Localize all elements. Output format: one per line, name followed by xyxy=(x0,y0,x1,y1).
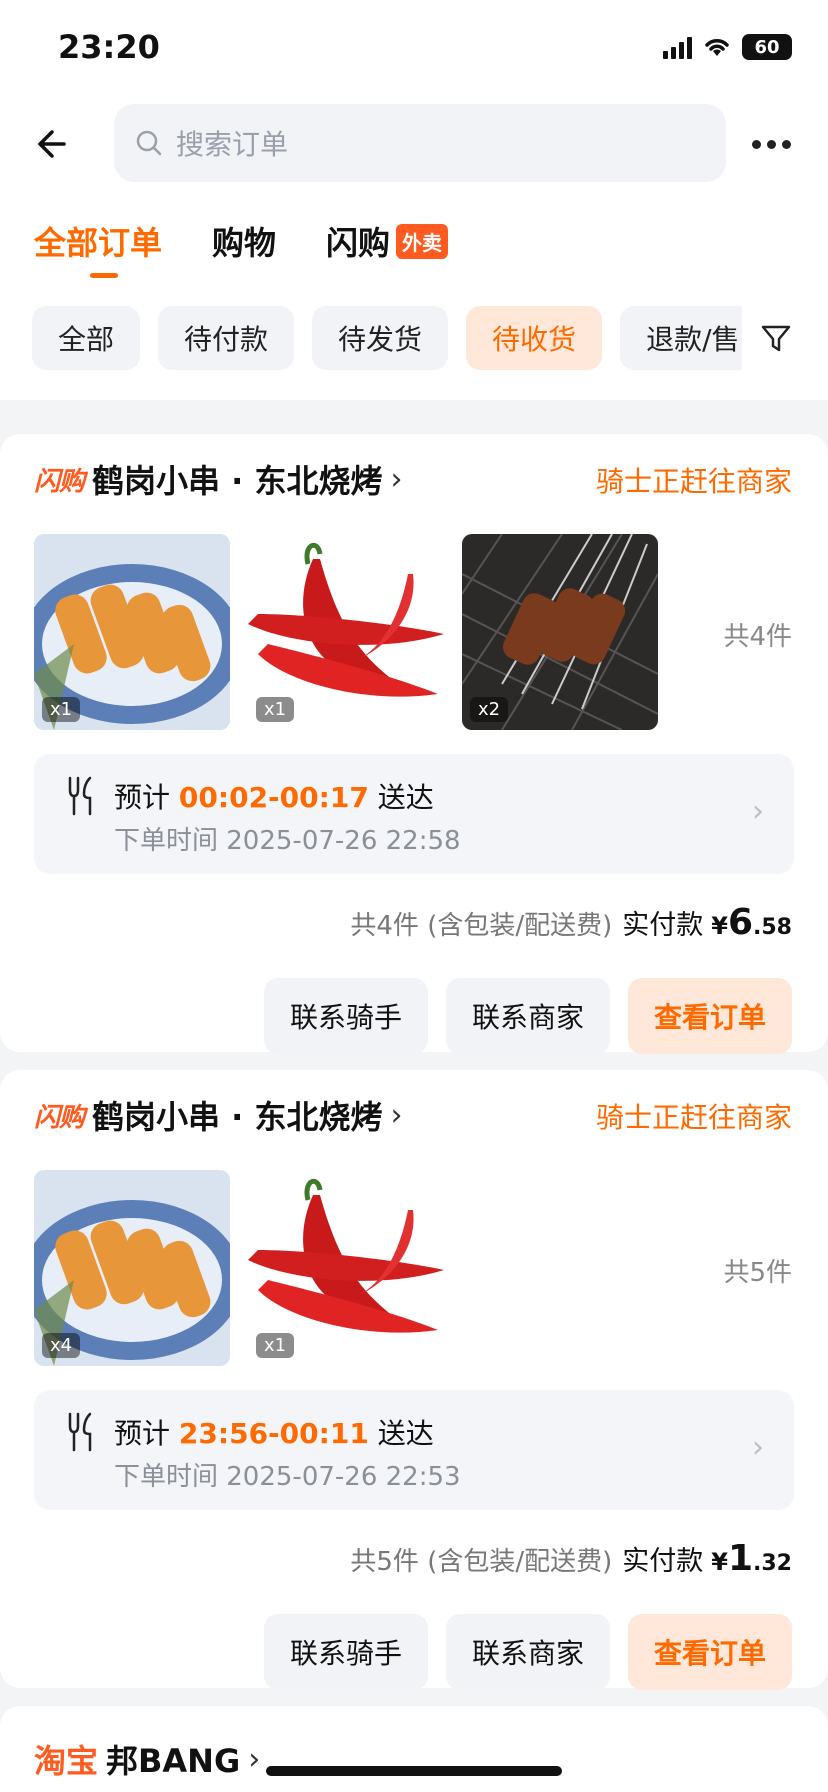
chevron-right-icon: › xyxy=(752,1430,764,1465)
shop-name: 鹤岗小串 · 东北烧烤 xyxy=(92,1098,383,1136)
eta-line: 预计 23:56-00:11 送达 xyxy=(114,1417,434,1450)
contact-merchant-button[interactable]: 联系商家 xyxy=(445,978,610,1054)
filter-all[interactable]: 全部 xyxy=(32,306,141,370)
flash-buy-logo: 闪购 xyxy=(34,1102,85,1133)
order-actions: 联系骑手 联系商家 查看订单 xyxy=(263,1614,792,1690)
search-icon xyxy=(136,130,162,156)
status-icons: 60 xyxy=(663,34,792,60)
order-card[interactable]: 淘宝 邦BANG › xyxy=(0,1706,828,1792)
battery-icon: 60 xyxy=(742,34,792,60)
takeout-badge: 外卖 xyxy=(396,224,449,259)
home-indicator[interactable] xyxy=(266,1766,562,1776)
eta-time: 00:02-00:17 xyxy=(178,781,369,814)
wifi-icon xyxy=(705,39,729,56)
header-area: 23:20 60 搜索订单 全部订单 购物 闪购 外卖 全部 待付款 待发货 待收 xyxy=(0,0,828,400)
filter-refund[interactable]: 退款/售 xyxy=(620,306,742,370)
fork-knife-icon xyxy=(68,776,92,816)
tab-flash-buy[interactable]: 闪购 外卖 xyxy=(326,218,449,264)
item-qty: x1 xyxy=(256,1333,295,1358)
shop-name: 邦BANG xyxy=(106,1742,241,1780)
shop-name: 鹤岗小串 · 东北烧烤 xyxy=(92,462,383,500)
order-tabs: 全部订单 购物 闪购 外卖 xyxy=(34,218,498,278)
shop-row[interactable]: 闪购 鹤岗小串 · 东北烧烤 › xyxy=(34,456,402,502)
eta-time: 23:56-00:11 xyxy=(178,1417,369,1450)
item-qty: x1 xyxy=(256,697,295,722)
grilled-meat-image[interactable]: x2 xyxy=(462,534,658,730)
view-order-button[interactable]: 查看订单 xyxy=(627,1614,792,1690)
delivery-info[interactable]: 预计 00:02-00:17 送达 下单时间 2025-07-26 22:58 … xyxy=(34,754,794,874)
item-count: 共4件 xyxy=(723,622,792,652)
chevron-right-icon: › xyxy=(248,1741,261,1777)
search-placeholder: 搜索订单 xyxy=(176,128,289,161)
more-icon[interactable] xyxy=(752,140,791,149)
flash-buy-logo: 闪购 xyxy=(34,466,85,497)
filter-chips: 全部 待付款 待发货 待收货 退款/售 xyxy=(32,306,742,370)
order-status: 骑士正赶往商家 xyxy=(595,465,792,498)
contact-merchant-button[interactable]: 联系商家 xyxy=(445,1614,610,1690)
item-qty: x2 xyxy=(470,697,509,722)
skewers-image[interactable]: x1 xyxy=(34,534,230,730)
order-time: 下单时间 2025-07-26 22:53 xyxy=(114,1462,461,1492)
chevron-right-icon: › xyxy=(390,461,403,497)
chevron-right-icon: › xyxy=(752,794,764,829)
summary-text: 共5件 (含包装/配送费) xyxy=(350,1547,613,1577)
summary-text: 共4件 (含包装/配送费) xyxy=(350,911,613,941)
delivery-info[interactable]: 预计 23:56-00:11 送达 下单时间 2025-07-26 22:53 … xyxy=(34,1390,794,1510)
chili-image[interactable]: x1 xyxy=(248,534,444,730)
skewers-image[interactable]: x4 xyxy=(34,1170,230,1366)
fork-knife-icon xyxy=(68,1412,92,1452)
shop-row[interactable]: 闪购 鹤岗小串 · 东北烧烤 › xyxy=(34,1092,402,1138)
contact-rider-button[interactable]: 联系骑手 xyxy=(263,1614,428,1690)
paid-label: 实付款 xyxy=(622,1546,704,1577)
item-thumbnails: x4 x1 xyxy=(34,1170,444,1366)
filter-pending-receipt[interactable]: 待收货 xyxy=(466,306,603,370)
status-time: 23:20 xyxy=(58,28,160,66)
back-arrow-icon[interactable] xyxy=(34,122,78,166)
order-actions: 联系骑手 联系商家 查看订单 xyxy=(263,978,792,1054)
order-card[interactable]: 闪购 鹤岗小串 · 东北烧烤 › 骑士正赶往商家 x1 x1 x2 共4件 预计… xyxy=(0,434,828,1054)
item-thumbnails: x1 x1 x2 xyxy=(34,534,658,730)
taobao-logo: 淘宝 xyxy=(34,1742,99,1780)
filter-pending-shipment[interactable]: 待发货 xyxy=(312,306,449,370)
shop-row[interactable]: 淘宝 邦BANG › xyxy=(34,1736,260,1782)
payment-summary: 共5件 (含包装/配送费) 实付款 ¥1.32 xyxy=(350,1538,792,1579)
signal-icon xyxy=(663,35,692,59)
contact-rider-button[interactable]: 联系骑手 xyxy=(263,978,428,1054)
order-time: 下单时间 2025-07-26 22:58 xyxy=(114,826,461,856)
payment-summary: 共4件 (含包装/配送费) 实付款 ¥6.58 xyxy=(350,902,792,943)
tab-shopping[interactable]: 购物 xyxy=(212,218,276,264)
eta-line: 预计 00:02-00:17 送达 xyxy=(114,781,434,814)
item-count: 共5件 xyxy=(723,1258,792,1288)
chevron-right-icon: › xyxy=(390,1097,403,1133)
tab-all-orders[interactable]: 全部订单 xyxy=(34,218,162,278)
item-qty: x4 xyxy=(42,1333,81,1358)
chili-image[interactable]: x1 xyxy=(248,1170,444,1366)
item-qty: x1 xyxy=(42,697,81,722)
filter-icon[interactable] xyxy=(760,322,792,354)
search-input[interactable]: 搜索订单 xyxy=(114,104,726,182)
view-order-button[interactable]: 查看订单 xyxy=(627,978,792,1054)
order-status: 骑士正赶往商家 xyxy=(595,1101,792,1134)
filter-pending-payment[interactable]: 待付款 xyxy=(158,306,295,370)
order-card[interactable]: 闪购 鹤岗小串 · 东北烧烤 › 骑士正赶往商家 x4 x1 共5件 预计 23… xyxy=(0,1070,828,1690)
paid-label: 实付款 xyxy=(622,910,704,941)
